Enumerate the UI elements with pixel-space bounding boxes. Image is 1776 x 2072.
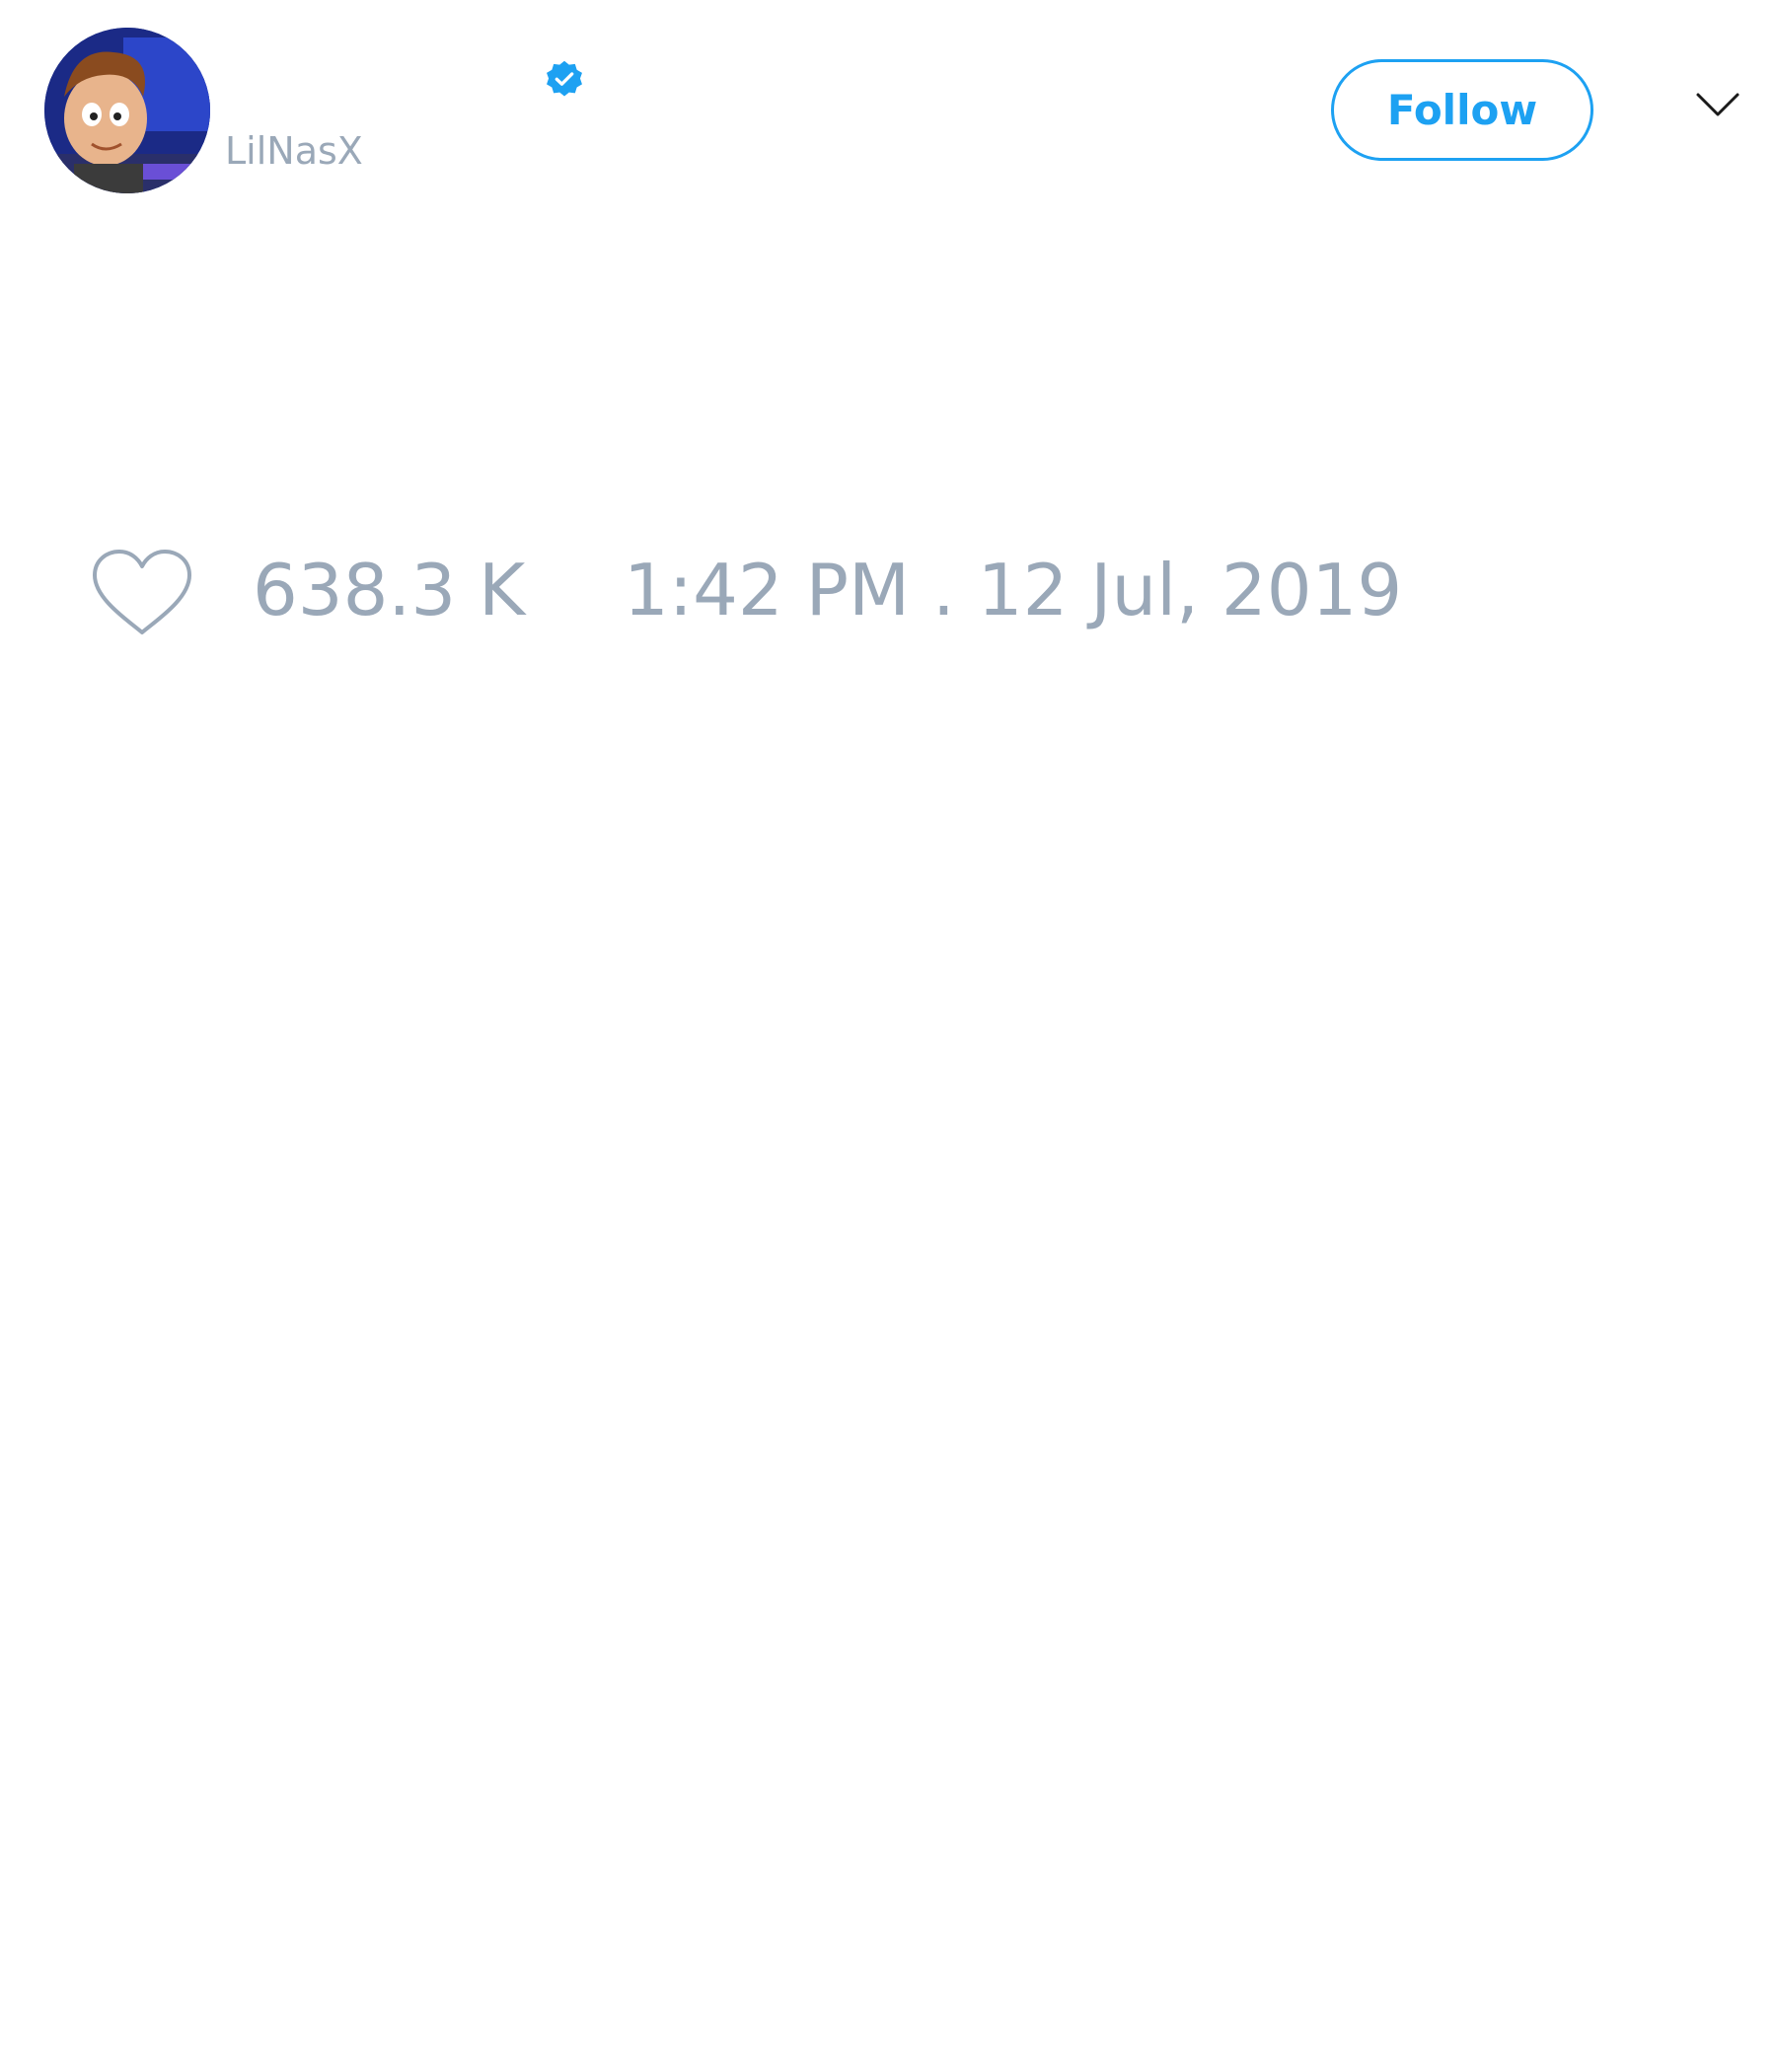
author-handle[interactable]: LilNasX [225,129,363,173]
tweet-stats-row: 638.3 K 1:42 PM . 12 Jul, 2019 [0,538,1776,646]
avatar-image [44,28,210,193]
chevron-down-icon[interactable] [1695,91,1740,120]
follow-button[interactable]: Follow [1331,59,1593,161]
verified-badge-icon [547,60,582,97]
like-count: 638.3 K [253,549,526,631]
tweet-timestamp[interactable]: 1:42 PM . 12 Jul, 2019 [624,548,1402,632]
author-avatar[interactable] [44,28,210,193]
tweet-card: LilNasX Follow 638.3 K 1:42 PM . 12 Jul,… [0,0,1776,2072]
heart-icon[interactable] [89,546,195,640]
